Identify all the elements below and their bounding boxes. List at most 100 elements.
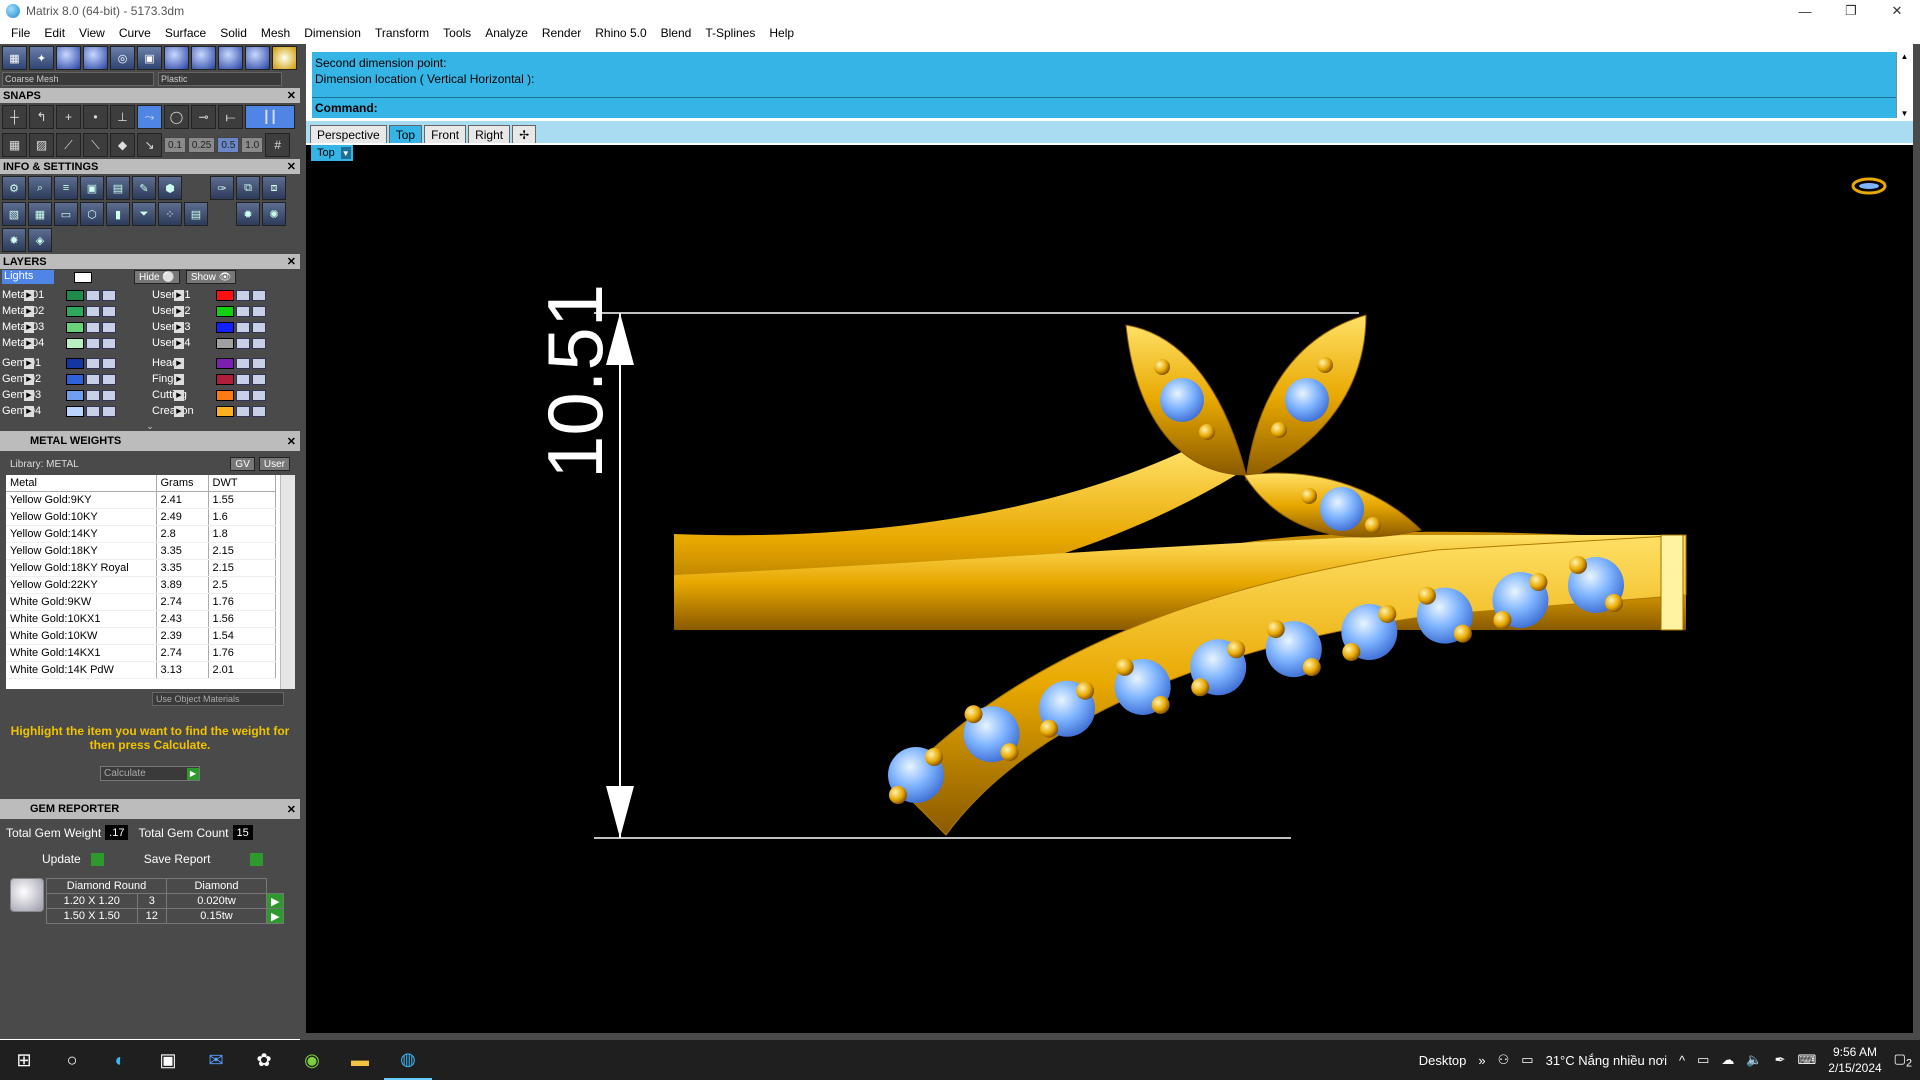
weather-text[interactable]: 31°C Nắng nhiều nơi <box>1546 1053 1667 1068</box>
material-opal-icon[interactable] <box>245 46 270 70</box>
layer-row[interactable]: Gem 04 ▶ <box>2 403 146 419</box>
table-row[interactable]: Yellow Gold:10KY 2.49 1.6 <box>6 508 276 526</box>
layer-lock-icon[interactable] <box>86 305 100 317</box>
menu-tools[interactable]: Tools <box>436 26 478 40</box>
network-icon[interactable]: ▭ <box>1697 1052 1709 1068</box>
render-sphere-icon[interactable] <box>56 46 81 70</box>
layer-row[interactable]: User 04 ▶ <box>152 335 296 351</box>
environment-icon[interactable]: ◎ <box>110 46 135 70</box>
layers-collapse-icon[interactable]: ⌄ <box>0 421 300 431</box>
layer-color-swatch[interactable] <box>216 389 234 401</box>
command-scrollbar[interactable]: ▲ ▼ <box>1896 52 1912 118</box>
chevron-right-icon[interactable]: ▶ <box>174 305 184 317</box>
layer-visibility-icon[interactable] <box>252 389 266 401</box>
show-button[interactable]: Show 👁 <box>185 270 237 284</box>
table-row[interactable]: Yellow Gold:9KY 2.41 1.55 <box>6 491 276 509</box>
layer-visibility-icon[interactable] <box>102 389 116 401</box>
lights-layer[interactable]: Lights <box>2 270 54 284</box>
close-icon[interactable]: ✕ <box>287 89 296 102</box>
volume-icon[interactable]: 🔈 <box>1746 1052 1762 1068</box>
menu-dimension[interactable]: Dimension <box>297 26 368 40</box>
chevron-right-icon[interactable]: ▶ <box>24 405 34 417</box>
dimension-value[interactable]: 10.51 <box>530 284 621 479</box>
table-row[interactable]: Yellow Gold:18KY Royal 3.35 2.15 <box>6 559 276 577</box>
layer-visibility-icon[interactable] <box>252 289 266 301</box>
layer-visibility-icon[interactable] <box>102 337 116 349</box>
close-icon[interactable]: ✕ <box>287 160 296 173</box>
snap-value-0[interactable]: 0.1 <box>164 137 186 153</box>
table-row[interactable]: White Gold:14KX1 2.74 1.76 <box>6 644 276 662</box>
grid-icon[interactable]: ▦ <box>2 133 27 157</box>
layer-row[interactable]: Finger ▶ <box>152 371 296 387</box>
cylinder-icon[interactable]: ▮ <box>106 202 130 226</box>
layer-color-swatch[interactable] <box>66 389 84 401</box>
layer-color-swatch[interactable] <box>66 405 84 417</box>
wireframe-icon[interactable]: ▦ <box>2 46 27 70</box>
prong-icon[interactable]: ✸ <box>2 228 26 252</box>
menu-surface[interactable]: Surface <box>158 26 213 40</box>
photo-icon[interactable]: ▧ <box>2 202 26 226</box>
layer-lock-icon[interactable] <box>236 289 250 301</box>
rhino-icon[interactable]: ✿ <box>240 1040 288 1080</box>
update-button[interactable]: Update <box>42 852 104 866</box>
table-row[interactable]: Yellow Gold:18KY 3.35 2.15 <box>6 542 276 560</box>
mail-icon[interactable]: ✉ <box>192 1040 240 1080</box>
menu-mesh[interactable]: Mesh <box>254 26 297 40</box>
layer-color-swatch[interactable] <box>216 337 234 349</box>
people-icon[interactable]: ⚇ <box>1498 1052 1510 1068</box>
layer-row[interactable]: Creation ▶ <box>152 403 296 419</box>
layer-row[interactable]: Cutting ▶ <box>152 387 296 403</box>
material-pearl-icon[interactable] <box>218 46 243 70</box>
green-app-icon[interactable]: ◉ <box>288 1040 336 1080</box>
table-row[interactable]: Yellow Gold:14KY 2.8 1.8 <box>6 525 276 543</box>
box-icon[interactable]: ⬡ <box>80 202 104 226</box>
material-gold-icon[interactable] <box>272 46 297 70</box>
layer-color-swatch[interactable] <box>66 337 84 349</box>
onedrive-icon[interactable]: ☁ <box>1721 1052 1734 1068</box>
tab-top[interactable]: Top <box>388 125 423 143</box>
pen-icon[interactable]: ✒ <box>1775 1052 1786 1068</box>
ring-model[interactable] <box>674 314 1687 836</box>
chevron-right-icon[interactable]: ▶ <box>174 321 184 333</box>
doc-icon[interactable]: ▤ <box>184 202 208 226</box>
gumball-icon[interactable]: ◆ <box>110 133 135 157</box>
layer-lock-icon[interactable] <box>86 289 100 301</box>
layer-row[interactable]: Metal 04 ▶ <box>2 335 146 351</box>
gem-row[interactable]: 1.50 X 1.50 12 0.15tw ▶ <box>46 908 285 924</box>
layer-lock-icon[interactable] <box>86 321 100 333</box>
snap-perp-icon[interactable]: ⊸ <box>191 105 216 129</box>
layer-color-swatch[interactable] <box>66 373 84 385</box>
close-icon[interactable]: ✕ <box>287 803 296 816</box>
tray-overflow-icon[interactable]: ^ <box>1679 1053 1685 1068</box>
menu-rhino5[interactable]: Rhino 5.0 <box>588 26 653 40</box>
layer-color-swatch[interactable] <box>66 289 84 301</box>
layer-visibility-icon[interactable] <box>252 337 266 349</box>
chevron-down-icon[interactable]: ▼ <box>1901 109 1909 118</box>
layer-lock-icon[interactable] <box>236 373 250 385</box>
layer-visibility-icon[interactable] <box>252 405 266 417</box>
layer-row[interactable]: Gem 02 ▶ <box>2 371 146 387</box>
shaded-icon[interactable]: ✦ <box>29 46 54 70</box>
snap-near-icon[interactable]: ↰ <box>29 105 54 129</box>
layer-color-swatch[interactable] <box>216 305 234 317</box>
grid-toggle-icon[interactable]: # <box>265 133 291 157</box>
layer-visibility-icon[interactable] <box>102 305 116 317</box>
mesh-icon[interactable]: ✹ <box>236 202 260 226</box>
edge-browser-icon[interactable]: ◐ <box>96 1040 144 1080</box>
file-explorer-icon[interactable]: ▬ <box>336 1040 384 1080</box>
layer-lock-icon[interactable] <box>236 389 250 401</box>
minimize-button[interactable]: — <box>1782 0 1828 22</box>
layer-visibility-icon[interactable] <box>252 373 266 385</box>
pen-tool-icon[interactable]: ✑ <box>210 176 234 200</box>
layer-visibility-icon[interactable] <box>252 305 266 317</box>
material-gem-icon[interactable] <box>164 46 189 70</box>
layer-lock-icon[interactable] <box>236 357 250 369</box>
layer-color-swatch[interactable] <box>66 305 84 317</box>
render-sphere-2-icon[interactable] <box>83 46 108 70</box>
layer-row[interactable]: User 01 ▶ <box>152 287 296 303</box>
weather-icon[interactable]: ▭ <box>1521 1052 1533 1068</box>
menu-edit[interactable]: Edit <box>37 26 72 40</box>
menu-view[interactable]: View <box>72 26 112 40</box>
material-select[interactable]: Plastic <box>158 72 282 86</box>
close-button[interactable]: ✕ <box>1874 0 1920 22</box>
